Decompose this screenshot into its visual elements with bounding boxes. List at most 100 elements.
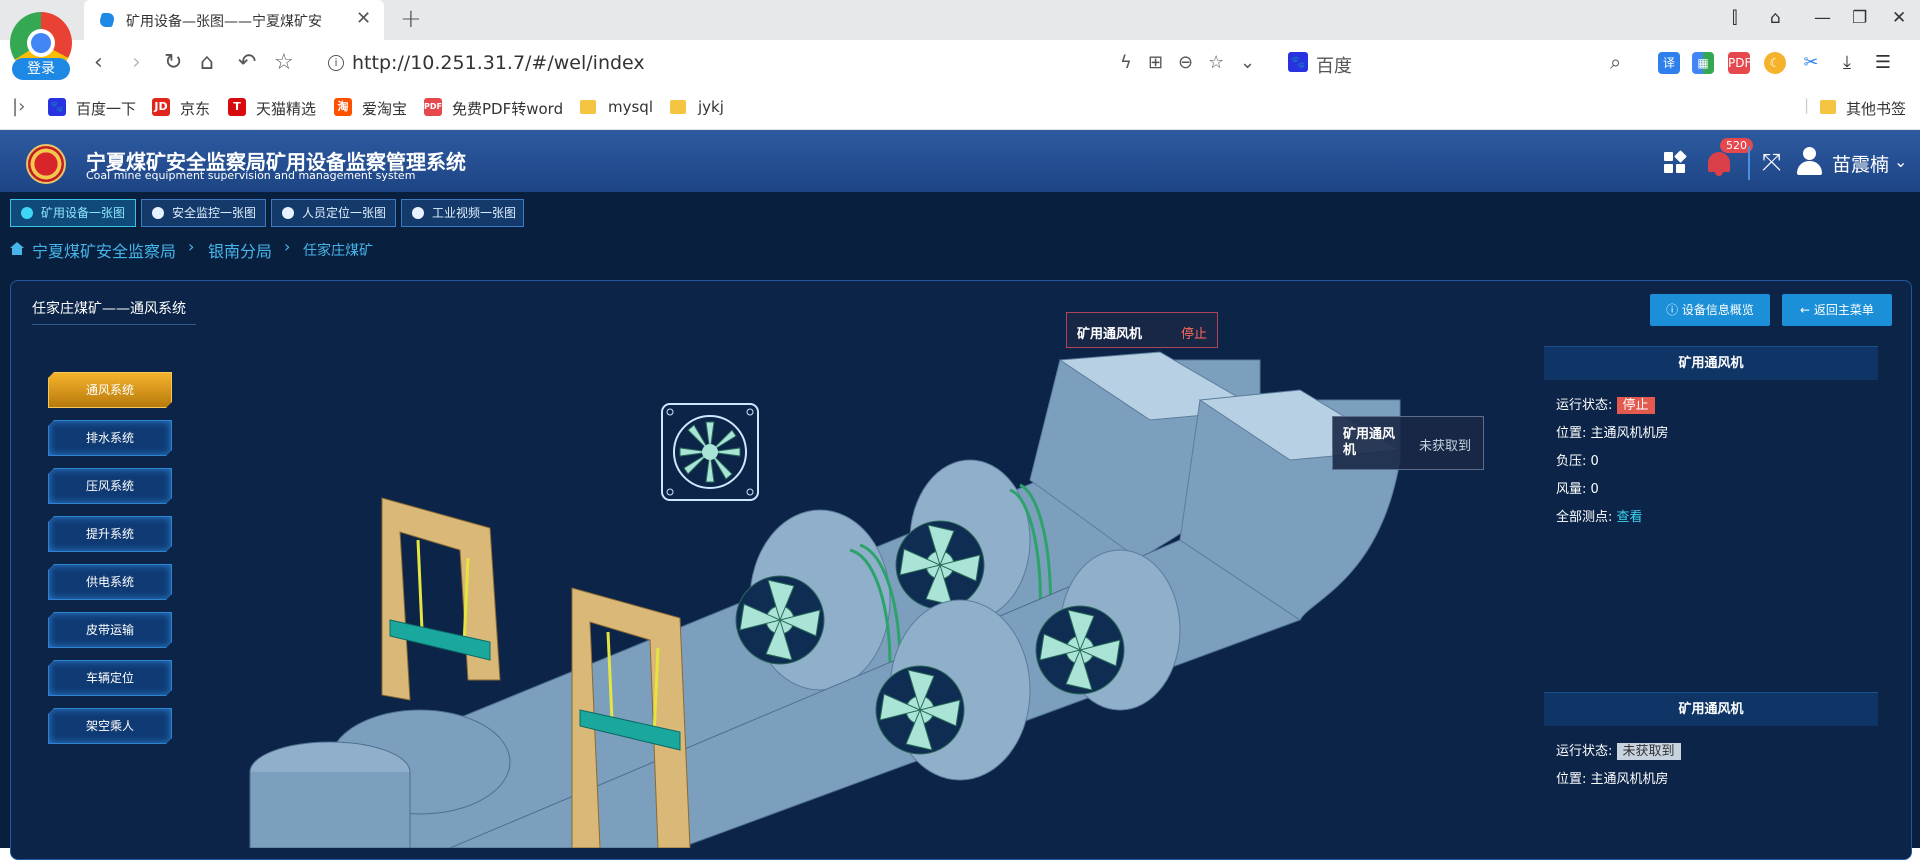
bookmark-other[interactable]: 其他书签 bbox=[1846, 98, 1906, 119]
undo-icon[interactable]: ↶ bbox=[238, 50, 256, 75]
info-card-2-location-row: 位置: 主通风机机房 bbox=[1556, 772, 1669, 787]
side-menu-drainage[interactable]: 排水系统 bbox=[48, 420, 172, 456]
tab-label: 矿用设备一张图 bbox=[41, 206, 126, 220]
reload-icon[interactable]: ↻ bbox=[164, 50, 182, 75]
side-menu-belt-transport[interactable]: 皮带运输 bbox=[48, 612, 172, 648]
breadcrumb-separator-icon: › bbox=[284, 237, 291, 256]
info-card-1-location-row: 位置: 主通风机机房 bbox=[1556, 426, 1669, 441]
pdf-icon: PDF bbox=[424, 98, 442, 116]
tab-mining-equipment[interactable]: 矿用设备一张图 bbox=[10, 199, 136, 227]
fullscreen-icon[interactable]: ⤧ bbox=[1762, 148, 1781, 176]
cut-icon[interactable]: ✂ bbox=[1800, 52, 1822, 74]
bookmarks-toggle-icon[interactable]: |› bbox=[12, 96, 25, 117]
tab-dot-icon bbox=[412, 207, 424, 219]
fan2-callout-name: 矿用通风机 bbox=[1343, 427, 1396, 458]
apps-icon[interactable]: ▦ bbox=[1692, 52, 1714, 74]
favorite-icon[interactable]: ☆ bbox=[1208, 52, 1224, 73]
menu-icon[interactable]: ☰ bbox=[1872, 52, 1894, 74]
back-to-menu-button[interactable]: ← 返回主菜单 bbox=[1782, 294, 1892, 326]
national-emblem-icon bbox=[26, 144, 66, 184]
info-card-1-title: 矿用通风机 bbox=[1544, 346, 1878, 380]
breadcrumb-bureau[interactable]: 宁夏煤矿安全监察局 bbox=[32, 238, 176, 262]
baidu-paw-icon: 🐾 bbox=[48, 98, 66, 116]
bookmark-taobao[interactable]: 爱淘宝 bbox=[362, 98, 407, 119]
chevron-down-icon[interactable]: ⌄ bbox=[1894, 152, 1907, 171]
tab-favicon-icon bbox=[98, 13, 116, 27]
jd-icon: JD bbox=[152, 98, 170, 116]
tab-close-icon[interactable]: ✕ bbox=[356, 8, 371, 29]
ventilation-system-illustration bbox=[249, 351, 1402, 848]
breadcrumb-separator-icon: › bbox=[188, 237, 195, 256]
tab-label: 工业视频一张图 bbox=[432, 206, 517, 220]
home-icon[interactable]: ⌂ bbox=[200, 50, 214, 75]
side-menu-power-supply[interactable]: 供电系统 bbox=[48, 564, 172, 600]
bookmark-pdf[interactable]: 免费PDF转word bbox=[452, 98, 563, 119]
bookmark-star-icon[interactable]: ☆ bbox=[274, 50, 294, 75]
new-tab-icon[interactable]: + bbox=[400, 4, 422, 34]
bookmark-tmall[interactable]: 天猫精选 bbox=[256, 98, 316, 119]
side-menu-compressed-air[interactable]: 压风系统 bbox=[48, 468, 172, 504]
browser-tab-active[interactable]: 矿用设备—张图——宁夏煤矿安 ✕ bbox=[84, 0, 384, 40]
bookmark-jykj[interactable]: jykj bbox=[698, 98, 724, 116]
tab-personnel-location[interactable]: 人员定位一张图 bbox=[271, 199, 396, 227]
site-info-icon[interactable]: i bbox=[328, 55, 344, 71]
back-icon[interactable]: ‹ bbox=[94, 50, 103, 75]
download-icon[interactable]: ⤓ bbox=[1836, 52, 1858, 74]
url-field[interactable]: http://10.251.31.7/#/wel/index bbox=[352, 52, 645, 74]
forward-icon[interactable]: › bbox=[132, 50, 141, 75]
fan-legend-icon bbox=[661, 403, 759, 501]
lightning-icon[interactable]: ϟ bbox=[1120, 52, 1132, 73]
header-divider bbox=[1748, 146, 1750, 180]
tab-dot-icon bbox=[21, 207, 33, 219]
side-menu-vehicle-location[interactable]: 车辆定位 bbox=[48, 660, 172, 696]
fan1-callout[interactable]: 矿用通风机 停止 bbox=[1066, 312, 1218, 348]
pdf-ext-icon[interactable]: PDF bbox=[1728, 52, 1751, 74]
status-badge: 停止 bbox=[1616, 397, 1655, 414]
login-button[interactable]: 登录 bbox=[12, 58, 70, 80]
user-avatar-icon[interactable] bbox=[1796, 147, 1822, 177]
bookmark-mysql[interactable]: mysql bbox=[608, 98, 653, 116]
taobao-icon: 淘 bbox=[334, 98, 352, 116]
device-overview-button[interactable]: ⓘ 设备信息概览 bbox=[1650, 294, 1770, 326]
tab-dot-icon bbox=[282, 207, 294, 219]
window-close-icon[interactable]: ✕ bbox=[1892, 8, 1906, 28]
app-grid-icon[interactable] bbox=[1664, 150, 1687, 174]
info-icon: ⓘ bbox=[1666, 303, 1682, 317]
skin-icon[interactable]: ⌂ bbox=[1770, 8, 1781, 28]
breadcrumb-branch[interactable]: 银南分局 bbox=[208, 238, 272, 262]
view-points-link[interactable]: 查看 bbox=[1617, 510, 1643, 525]
side-menu-hoisting[interactable]: 提升系统 bbox=[48, 516, 172, 552]
home-icon[interactable] bbox=[10, 242, 24, 255]
bookmark-baidu[interactable]: 百度一下 bbox=[76, 98, 136, 119]
folder-icon bbox=[1820, 100, 1836, 114]
night-mode-icon[interactable]: ☾ bbox=[1764, 52, 1786, 74]
search-icon[interactable]: ⌕ bbox=[1610, 50, 1621, 74]
status-badge: 未获取到 bbox=[1616, 743, 1681, 760]
bookmark-jd[interactable]: 京东 bbox=[180, 98, 210, 119]
zoom-icon[interactable]: ⊖ bbox=[1178, 52, 1193, 73]
fan2-callout[interactable]: 矿用通风机 未获取到 bbox=[1332, 416, 1484, 470]
fan1-callout-name: 矿用通风机 bbox=[1077, 327, 1143, 342]
sidebar-toggle-icon[interactable]: ⫿ bbox=[1732, 8, 1737, 28]
baidu-paw-icon[interactable]: 🐾 bbox=[1288, 52, 1308, 72]
tab-safety-monitoring[interactable]: 安全监控一张图 bbox=[141, 199, 266, 227]
side-menu-ventilation[interactable]: 通风系统 bbox=[48, 372, 172, 408]
search-engine-field[interactable]: 百度 bbox=[1316, 52, 1352, 78]
tab-title: 矿用设备—张图——宁夏煤矿安 bbox=[126, 14, 322, 30]
translate-icon[interactable]: 译 bbox=[1658, 52, 1680, 74]
tab-label: 人员定位一张图 bbox=[302, 206, 387, 220]
arrow-left-icon: ← bbox=[1800, 303, 1814, 317]
tab-industrial-video[interactable]: 工业视频一张图 bbox=[401, 199, 524, 227]
dropdown-icon[interactable]: ⌄ bbox=[1240, 52, 1255, 73]
user-name[interactable]: 苗震楠 bbox=[1832, 150, 1889, 177]
gate-upper bbox=[381, 497, 501, 701]
system-subtitle: Coal mine equipment supervision and mana… bbox=[86, 169, 416, 182]
side-menu-overhead-rider[interactable]: 架空乘人 bbox=[48, 708, 172, 744]
info-card-1-airflow-row: 风量: 0 bbox=[1556, 482, 1599, 497]
info-card-2-status-row: 运行状态: 未获取到 bbox=[1556, 740, 1681, 760]
tmall-icon: T bbox=[228, 98, 246, 116]
restore-icon[interactable]: ❐ bbox=[1852, 8, 1867, 28]
qr-icon[interactable]: ⊞ bbox=[1148, 52, 1163, 73]
fan1-callout-status: 停止 bbox=[1181, 327, 1208, 342]
minimize-icon[interactable]: — bbox=[1814, 8, 1831, 28]
